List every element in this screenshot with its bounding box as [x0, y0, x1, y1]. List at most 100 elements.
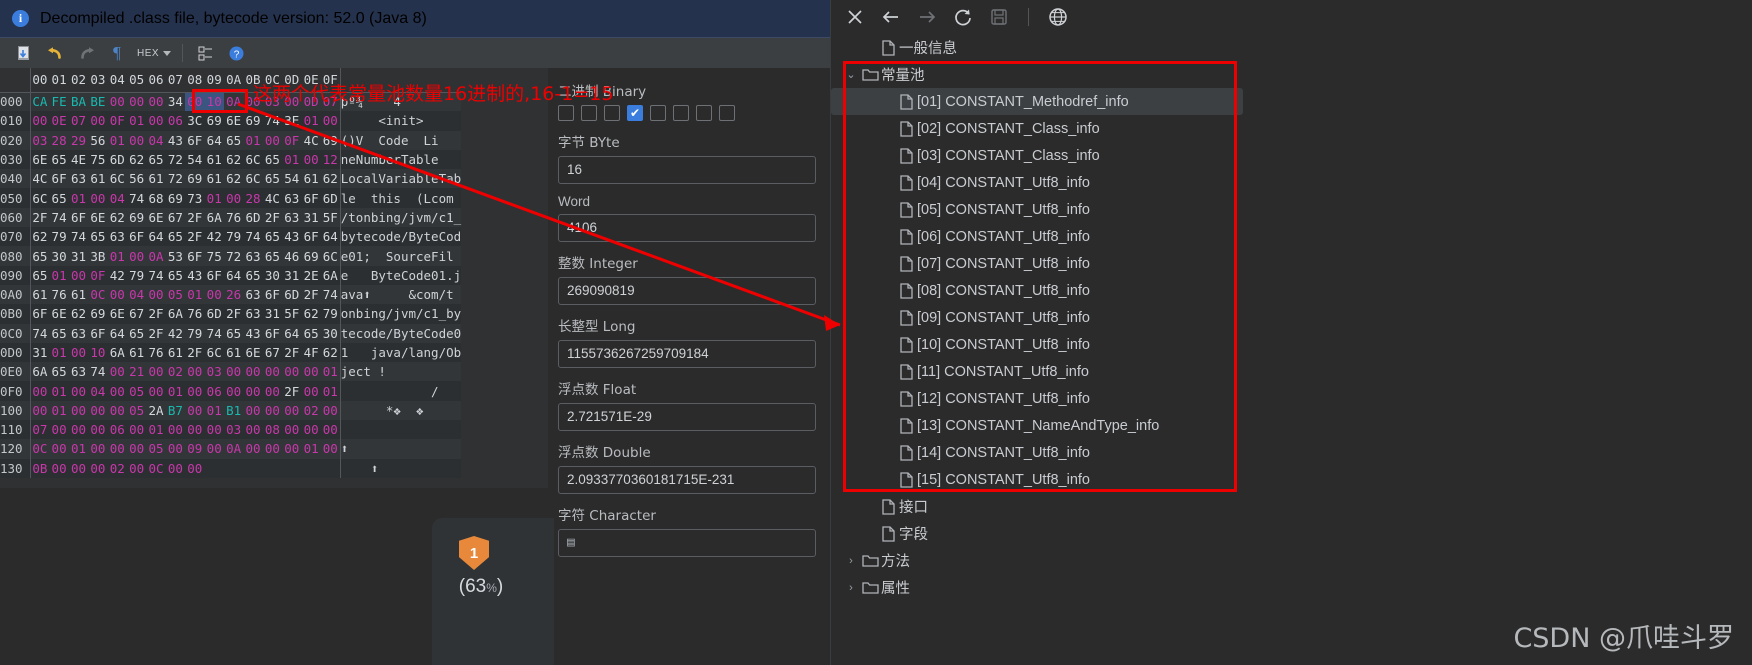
hex-byte-cell[interactable]: 74 — [262, 111, 283, 131]
hex-row[interactable]: 070 62 79 74 65 63 6F 64 65 2F 42 79 74 65 43 6F 64 bytec… — [0, 227, 462, 247]
hex-byte-cell[interactable]: 74 — [88, 362, 108, 382]
hex-byte-cell[interactable]: 64 — [204, 130, 224, 150]
tree-item[interactable]: [07] CONSTANT_Utf8_info — [831, 250, 1261, 277]
hex-row[interactable]: 010 00 0E 07 00 0F 01 00 06 3C 69 6E 69 74 3E 01 00 <ini… — [0, 111, 462, 131]
hex-byte-cell[interactable] — [262, 458, 283, 478]
hex-byte-cell[interactable]: 00 — [262, 439, 283, 459]
hex-byte-cell[interactable]: 0A — [223, 439, 244, 459]
hex-byte-cell[interactable]: 69 — [320, 130, 341, 150]
hex-byte-cell[interactable]: 6C — [320, 246, 341, 266]
hex-byte-cell[interactable]: 05 — [126, 381, 147, 401]
hex-byte-cell[interactable]: 54 — [185, 149, 205, 170]
hex-byte-cell[interactable]: 00 — [146, 362, 166, 382]
hex-byte-cell[interactable]: 0B — [30, 458, 50, 478]
hex-byte-cell[interactable]: 63 — [107, 227, 127, 247]
tree-item[interactable]: [05] CONSTANT_Utf8_info — [831, 196, 1261, 223]
hex-byte-cell[interactable]: 62 — [107, 207, 127, 228]
ascii-cell[interactable] — [339, 420, 462, 440]
hex-byte-cell[interactable]: 6A — [320, 265, 341, 285]
hex-byte-cell[interactable]: 62 — [320, 169, 341, 189]
hex-byte-cell[interactable] — [320, 458, 341, 478]
hex-byte-cell[interactable]: 76 — [49, 284, 69, 305]
hex-byte-cell[interactable]: 63 — [68, 362, 89, 382]
hex-row[interactable]: 040 4C 6F 63 61 6C 56 61 72 69 61 62 6C 65 54 61 62 Local… — [0, 169, 462, 189]
hex-byte-cell[interactable]: 0C — [30, 439, 50, 459]
hex-byte-cell[interactable]: 00 — [185, 400, 205, 421]
hex-byte-cell[interactable]: 76 — [223, 207, 244, 228]
binary-bit-6[interactable] — [696, 105, 712, 121]
hex-byte-cell[interactable]: 65 — [49, 149, 69, 170]
hex-byte-cell[interactable]: 00 — [126, 420, 147, 440]
hex-byte-cell[interactable] — [223, 458, 244, 478]
help-icon[interactable]: ? — [222, 41, 250, 65]
hex-byte-cell[interactable]: 65 — [146, 149, 166, 170]
tree-item[interactable]: [11] CONSTANT_Utf8_info — [831, 358, 1261, 385]
hex-byte-cell[interactable]: 73 — [185, 188, 205, 208]
hex-byte-cell[interactable]: 07 — [68, 111, 89, 131]
hex-byte-cell[interactable]: 00 — [301, 381, 321, 401]
hex-byte-cell[interactable]: BE — [88, 92, 108, 112]
hex-byte-cell[interactable]: 02 — [165, 362, 186, 382]
hex-byte-cell[interactable]: 6A — [165, 304, 186, 324]
hex-byte-cell[interactable]: 63 — [243, 246, 263, 266]
hex-byte-cell[interactable]: 54 — [282, 169, 302, 189]
hex-byte-cell[interactable]: 0C — [146, 458, 166, 478]
undo-icon[interactable] — [41, 41, 69, 65]
hex-byte-cell[interactable]: 04 — [88, 381, 108, 401]
ascii-cell[interactable]: onbing/jvm/c1_by — [339, 304, 462, 324]
hex-byte-cell[interactable]: 6E — [88, 207, 108, 228]
hex-byte-cell[interactable]: 69 — [301, 246, 321, 266]
hex-byte-cell[interactable]: 4C — [30, 169, 50, 189]
hex-row[interactable]: 0C0 74 65 63 6F 64 65 2F 42 79 74 65 43 6F 64 65 30 tecod… — [0, 323, 462, 343]
hex-byte-cell[interactable]: 00 — [107, 92, 127, 112]
hex-byte-cell[interactable]: 06 — [107, 420, 127, 440]
hex-byte-cell[interactable]: 6F — [88, 323, 108, 343]
hex-byte-cell[interactable]: 31 — [30, 342, 50, 363]
hex-byte-cell[interactable]: 64 — [282, 323, 302, 343]
hex-row[interactable]: 0B0 6F 6E 62 69 6E 67 2F 6A 76 6D 2F 63 31 5F 62 79 onbin… — [0, 304, 462, 324]
hex-byte-cell[interactable]: 62 — [223, 149, 244, 170]
hex-byte-cell[interactable]: 68 — [146, 188, 166, 208]
hex-row[interactable]: 0F0 00 01 00 04 00 05 00 01 00 06 00 00 00 2F 00 01 / — [0, 381, 462, 401]
hex-byte-cell[interactable]: 01 — [68, 439, 89, 459]
hex-byte-cell[interactable]: 00 — [243, 420, 263, 440]
hex-byte-cell[interactable]: B7 — [165, 400, 186, 421]
close-icon[interactable] — [843, 5, 867, 29]
hex-byte-cell[interactable]: 5F — [320, 207, 341, 228]
hex-byte-cell[interactable]: 64 — [320, 227, 341, 247]
hex-byte-cell[interactable]: 00 — [88, 111, 108, 131]
hex-byte-cell[interactable]: 69 — [165, 188, 186, 208]
hex-byte-cell[interactable]: 00 — [30, 381, 50, 401]
hex-byte-cell[interactable]: 79 — [185, 323, 205, 343]
hex-byte-cell[interactable]: 2F — [282, 342, 302, 363]
hex-row[interactable]: 100 00 01 00 00 00 05 2A B7 00 01 B1 00 00 00 02 00 *❖ ❖ — [0, 400, 462, 421]
hex-byte-cell[interactable]: 69 — [243, 111, 263, 131]
hex-byte-cell[interactable]: 00 — [68, 265, 89, 285]
hex-byte-cell[interactable]: 01 — [107, 246, 127, 266]
hex-byte-cell[interactable]: 00 — [204, 439, 224, 459]
hex-byte-cell[interactable]: 65 — [243, 265, 263, 285]
globe-icon[interactable] — [1046, 5, 1070, 29]
hex-byte-cell[interactable]: 00 — [88, 188, 108, 208]
hex-byte-cell[interactable]: 65 — [49, 362, 69, 382]
hex-byte-cell[interactable]: 2F — [301, 284, 321, 305]
hex-byte-cell[interactable]: 6A — [107, 342, 127, 363]
hex-byte-cell[interactable]: 65 — [165, 265, 186, 285]
hex-row[interactable]: 080 65 30 31 3B 01 00 0A 53 6F 75 72 63 65 46 69 6C e01; … — [0, 246, 462, 266]
hex-byte-cell[interactable]: 42 — [204, 227, 224, 247]
hex-byte-cell[interactable]: 09 — [185, 439, 205, 459]
chevron-icon[interactable]: ⌄ — [843, 68, 859, 81]
ascii-cell[interactable]: bytecode/ByteCod — [339, 227, 462, 247]
hex-byte-cell[interactable]: 00 — [30, 400, 50, 421]
hex-byte-cell[interactable]: 61 — [204, 169, 224, 189]
class-tree[interactable]: 一般信息 ⌄ 常量池 [01] CONSTANT_Methodref_info [02]… — [831, 34, 1261, 601]
hex-byte-cell[interactable]: 79 — [320, 304, 341, 324]
hex-byte-cell[interactable]: 63 — [243, 284, 263, 305]
hex-byte-cell[interactable]: 6F — [49, 169, 69, 189]
hex-byte-cell[interactable]: 28 — [49, 130, 69, 150]
hex-row[interactable]: 0D0 31 01 00 10 6A 61 76 61 2F 6C 61 6E 67 2F 4F 62 1 jav… — [0, 342, 462, 363]
hex-byte-cell[interactable]: 63 — [68, 323, 89, 343]
hex-byte-cell[interactable]: 01 — [49, 381, 69, 401]
tree-item[interactable]: [14] CONSTANT_Utf8_info — [831, 439, 1261, 466]
hex-byte-cell[interactable]: 00 — [223, 362, 244, 382]
